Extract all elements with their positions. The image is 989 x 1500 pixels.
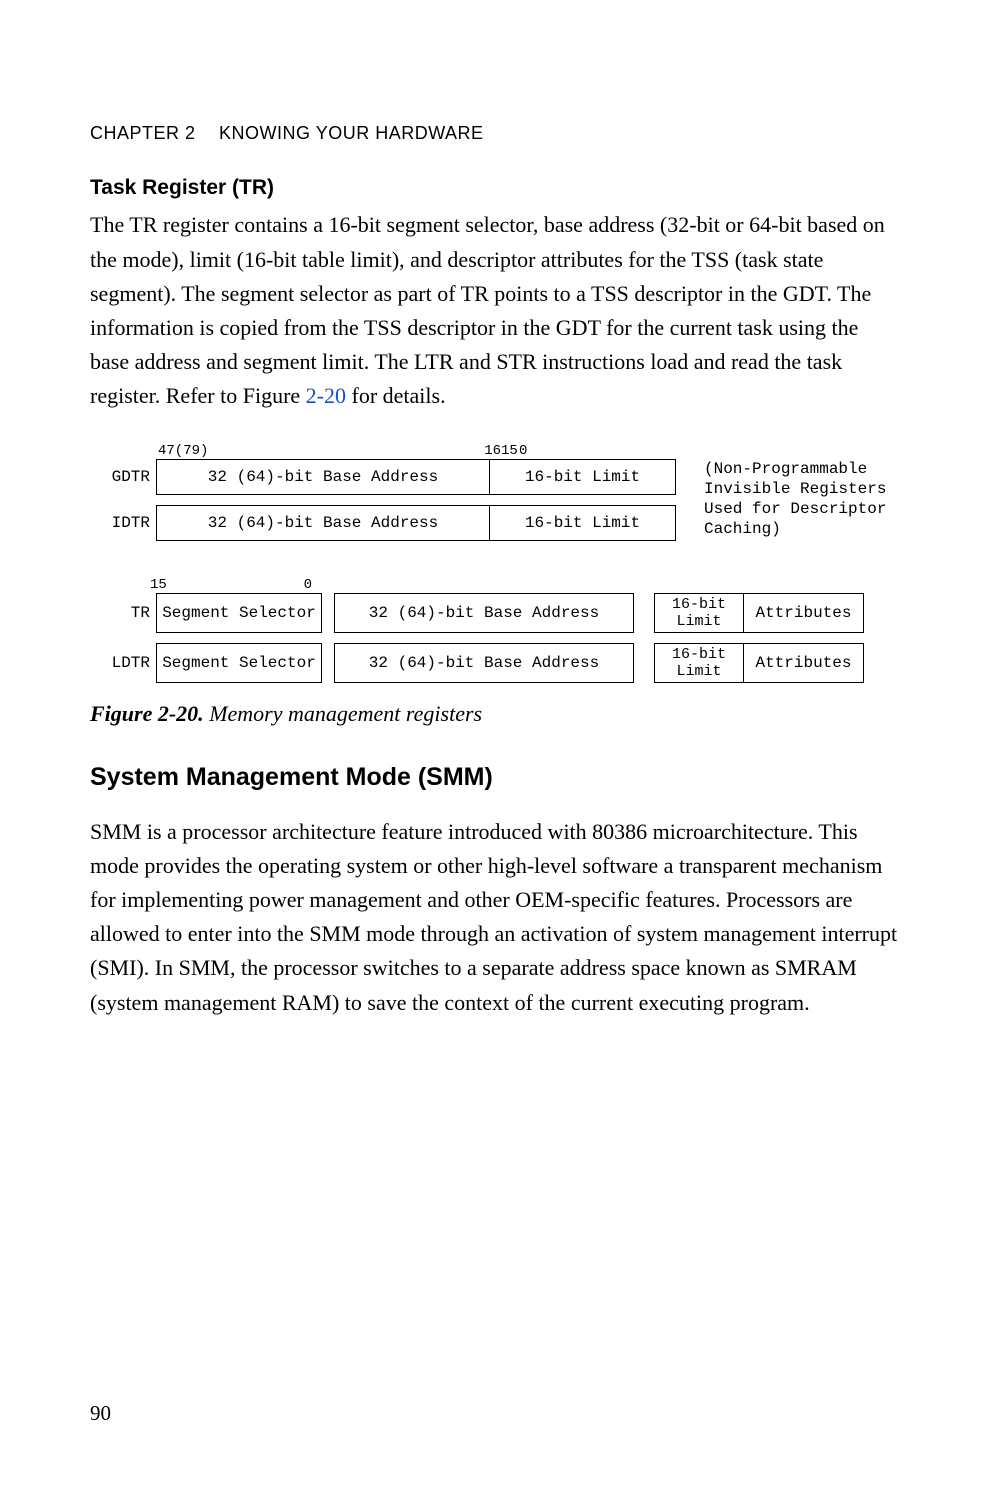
figure-caption-text: Memory management registers [204,701,482,726]
axis-47-79: 47(79) [156,443,483,459]
paragraph-tr: The TR register contains a 16-bit segmen… [90,208,899,413]
idtr-label: IDTR [90,505,156,541]
figure-2-20: 47(79) 16 15 0 GDTR 32 (64)-bit Base Add… [90,443,899,726]
axis-15: 15 [501,443,519,459]
tr-base-address: 32 (64)-bit Base Address [334,593,634,633]
top-bit-axis: 47(79) 16 15 0 [156,443,529,459]
chapter-title: KNOWING YOUR HARDWARE [219,123,484,143]
figure-ref-link[interactable]: 2-20 [306,383,346,408]
figure-caption: Figure 2-20. Memory management registers [90,701,899,726]
axis-15b: 15 [150,577,162,593]
bottom-bit-axis: 15 0 [150,577,899,593]
tr-row: TR Segment Selector 32 (64)-bit Base Add… [90,593,899,633]
tr-limit: 16-bit Limit [654,593,744,633]
ldtr-base-address: 32 (64)-bit Base Address [334,643,634,683]
idtr-base-address: 32 (64)-bit Base Address [156,505,490,541]
page: CHAPTER 2 KNOWING YOUR HARDWARE Task Reg… [0,0,989,1500]
section-title-smm: System Management Mode (SMM) [90,758,899,797]
chapter-label: CHAPTER 2 [90,120,196,148]
ldtr-attributes: Attributes [744,643,864,683]
ldtr-row: LDTR Segment Selector 32 (64)-bit Base A… [90,643,899,683]
idtr-limit: 16-bit Limit [490,505,676,541]
chapter-header: CHAPTER 2 KNOWING YOUR HARDWARE [90,120,899,148]
ldtr-limit: 16-bit Limit [654,643,744,683]
gdtr-label: GDTR [90,459,156,495]
ldtr-label: LDTR [90,643,156,683]
gdtr-limit: 16-bit Limit [490,459,676,495]
tr-label: TR [90,593,156,633]
para1-text-b: for details. [346,383,446,408]
para1-text-a: The TR register contains a 16-bit segmen… [90,212,885,407]
axis-16: 16 [483,443,501,459]
tr-segment-selector: Segment Selector [156,593,322,633]
ldtr-segment-selector: Segment Selector [156,643,322,683]
section-title-tr: Task Register (TR) [90,172,899,205]
axis-0b: 0 [302,577,312,593]
axis-0: 0 [519,443,529,459]
invisible-registers-note: (Non-Programmable Invisible Registers Us… [676,459,899,539]
figure-caption-number: Figure 2-20. [90,701,204,726]
paragraph-smm: SMM is a processor architecture feature … [90,815,899,1020]
gdtr-base-address: 32 (64)-bit Base Address [156,459,490,495]
page-number: 90 [90,1397,111,1430]
tr-attributes: Attributes [744,593,864,633]
